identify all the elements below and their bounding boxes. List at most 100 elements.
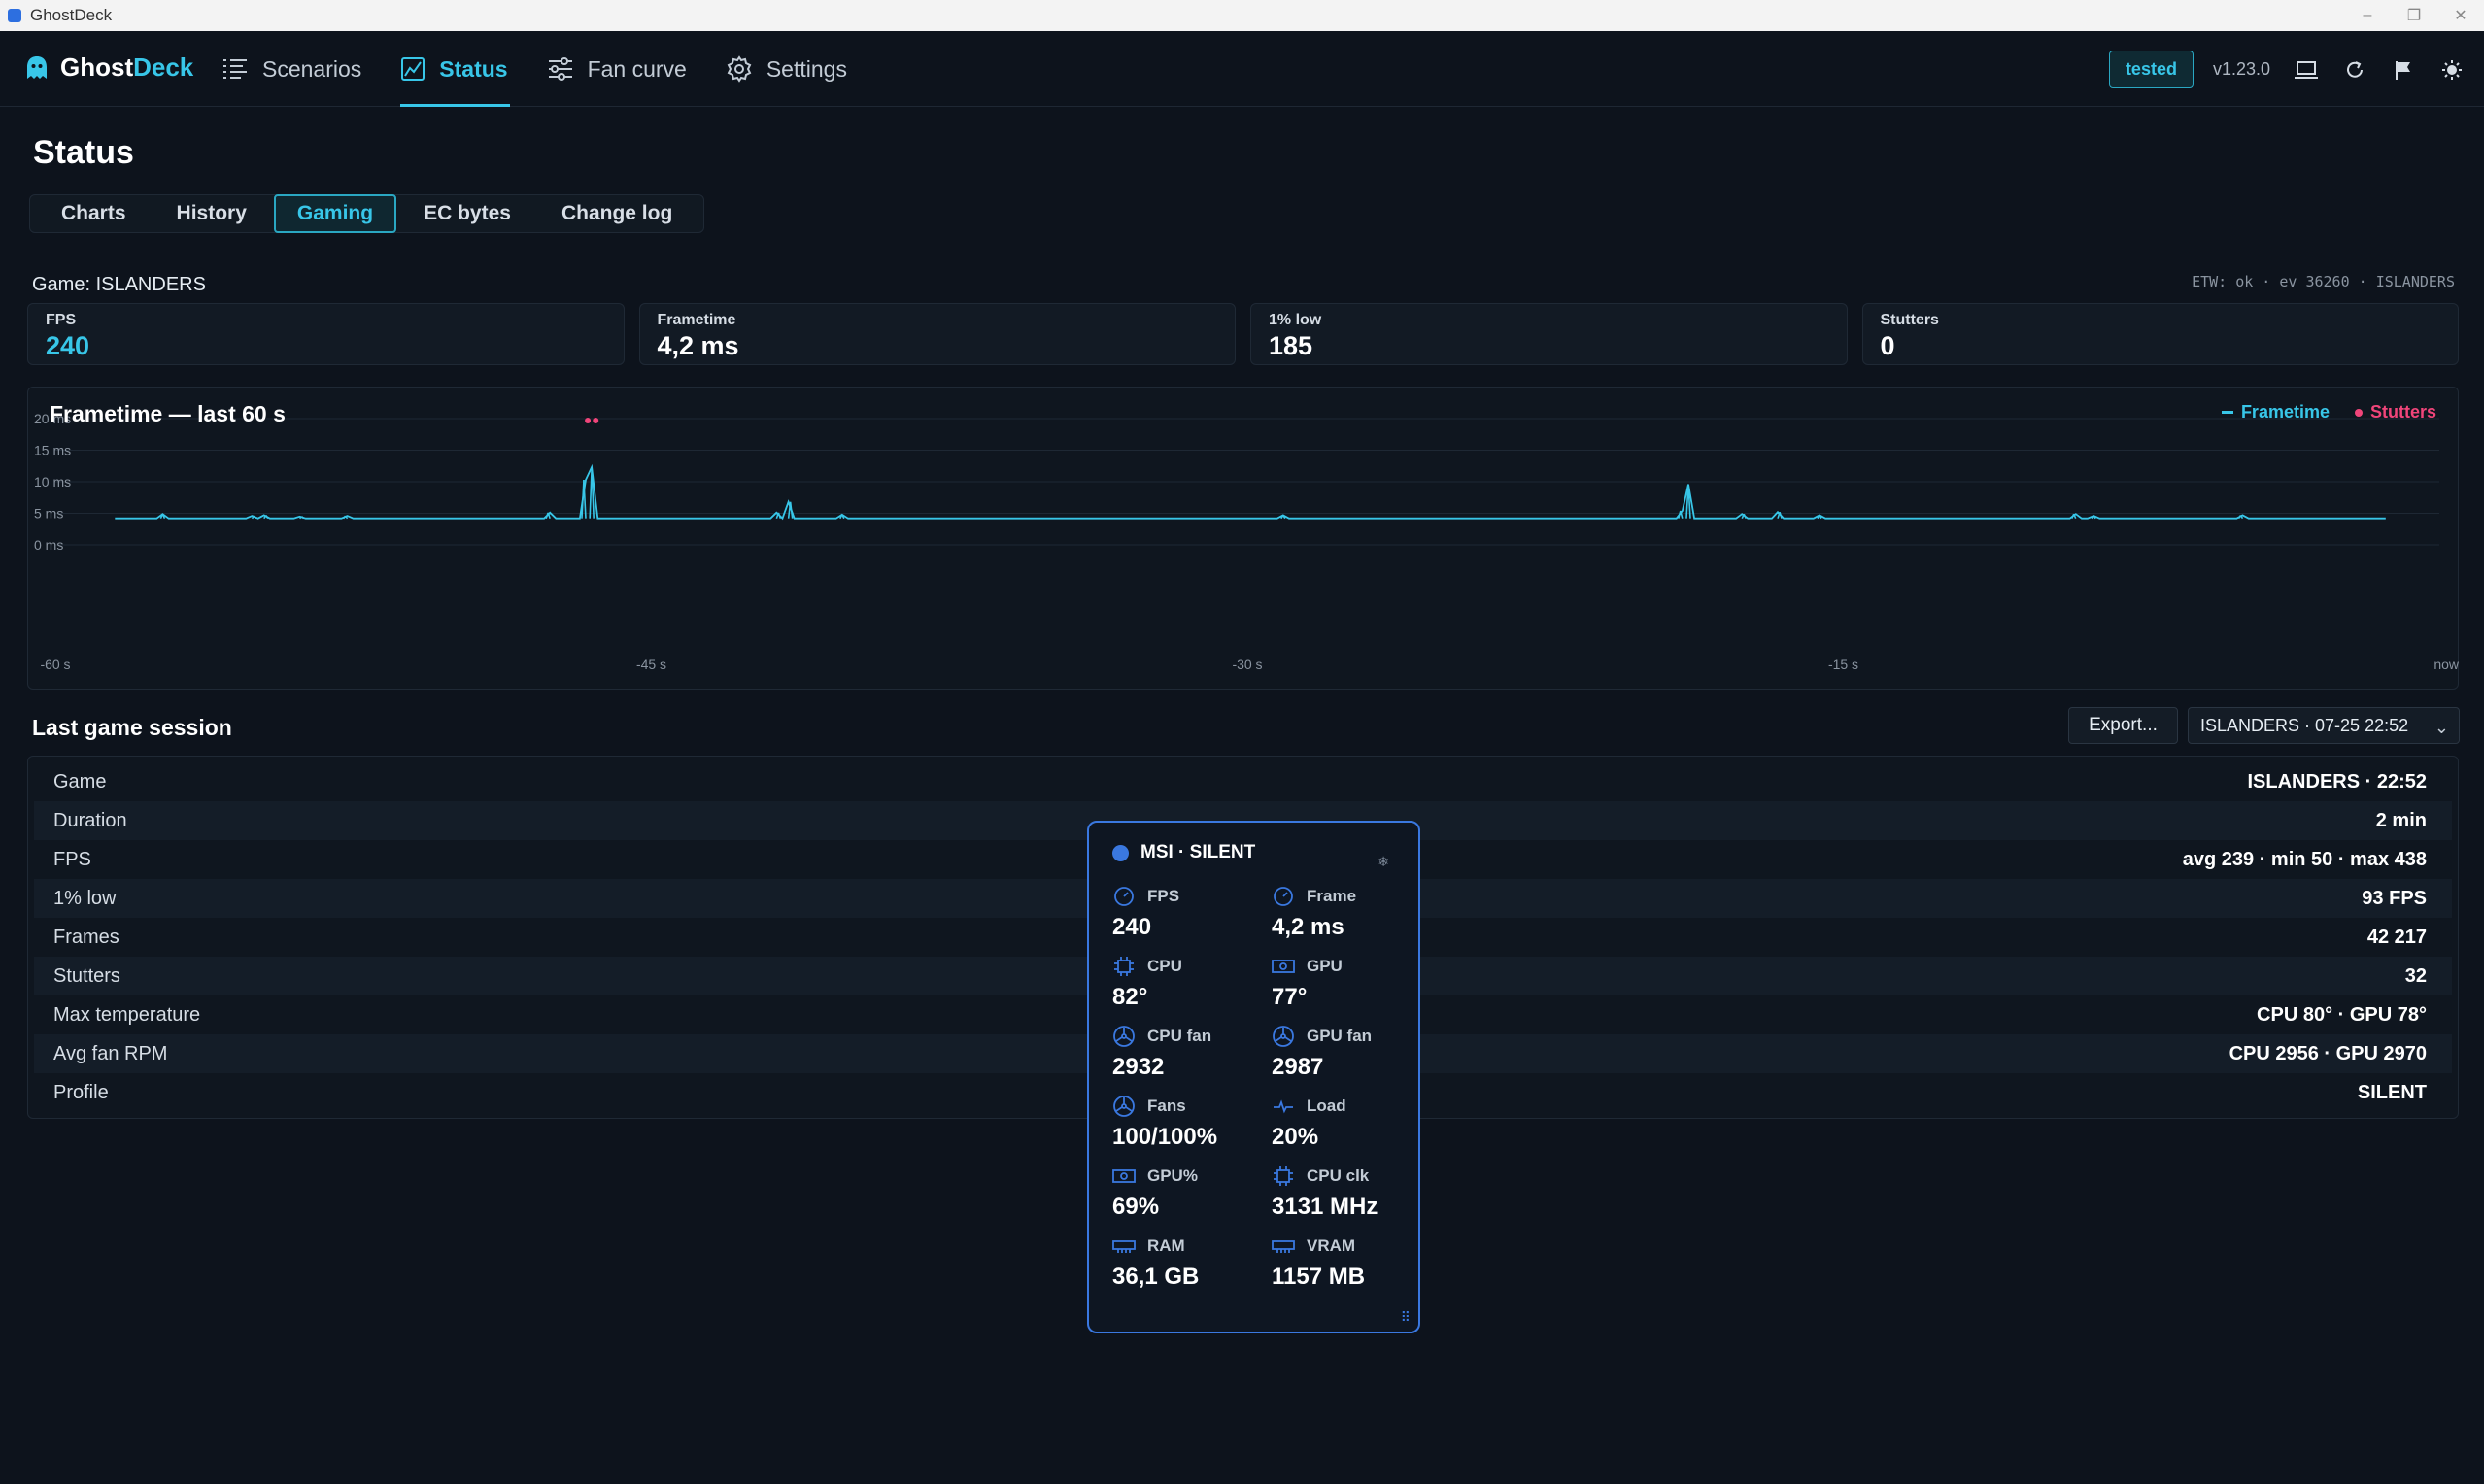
metric-cpu-fan: CPU fan 2932 (1112, 1025, 1272, 1081)
nav-fan-curve[interactable]: Fan curve (547, 31, 712, 107)
row-key: Avg fan RPM (53, 1042, 168, 1064)
maximize-icon[interactable]: ❐ (2391, 0, 2437, 31)
x-tick-label: now (2433, 657, 2460, 672)
stat-card-fps: FPS 240 (27, 303, 625, 365)
header-actions: tested v1.23.0 (2108, 51, 2470, 88)
gpu-icon (1272, 955, 1295, 978)
cpu-icon (1272, 1164, 1295, 1188)
frametime-spike (1743, 513, 1747, 520)
row-key: Stutters (53, 964, 120, 987)
x-tick-label: -15 s (1828, 657, 1858, 672)
frametime-chart-card: 0 ms 5 ms 10 ms 15 ms 20 ms -60 s -45 s -30 s -1… (27, 387, 2460, 690)
row-key: Duration (53, 809, 127, 831)
tab-gaming[interactable]: Gaming (273, 194, 397, 233)
metric-label-row: GPU fan (1272, 1025, 1431, 1048)
metric-label-row: Frame (1272, 885, 1431, 908)
row-key: Game (53, 770, 107, 793)
chart-title: Frametime — last 60 s (50, 401, 286, 426)
settings-icon[interactable]: ❄ (1378, 854, 1389, 870)
brand-name: GhostDeck (60, 52, 194, 82)
row-value: 42 217 (2366, 926, 2427, 948)
window-title: GhostDeck (30, 6, 113, 24)
stat-card-1pct-low: 1% low 185 (1250, 303, 1848, 365)
metric-label-row: FPS (1112, 885, 1272, 908)
fan-icon (1272, 1025, 1295, 1048)
frametime-chart: 0 ms5 ms10 ms15 ms20 ms-60 s -45 s -30 s -1… (34, 411, 2460, 672)
cpu-icon (1112, 955, 1136, 978)
stat-card-stutters: Stutters 0 (1861, 303, 2459, 365)
tab-ec-bytes[interactable]: EC bytes (400, 194, 534, 233)
brand: GhostDeck (25, 52, 193, 83)
y-tick-label: 0 ms (34, 537, 63, 553)
nav-settings[interactable]: Settings (726, 31, 872, 107)
legend-frametime[interactable]: Frametime (2221, 402, 2330, 422)
metric-label: RAM (1147, 1236, 1185, 1255)
nav-status[interactable]: Status (400, 31, 532, 107)
metric-value: 240 (1112, 914, 1152, 940)
metric-fps: FPS 240 (1112, 885, 1272, 941)
refresh-button[interactable] (2336, 51, 2373, 88)
metric-fans: Fans 100/100% (1112, 1095, 1272, 1151)
metric-value: 36,1 GB (1112, 1264, 1200, 1290)
pulse-icon (1272, 1095, 1295, 1118)
stat-cards: FPS 240 Frametime 4,2 ms 1% low 185 Stut… (27, 303, 2459, 365)
memory-icon (1272, 1234, 1295, 1258)
osd-overlay[interactable]: MSI · SILENT ❄ FPS 240 Frame 4,2 ms CPU 82° GP… (1087, 821, 1420, 1333)
row-key: 1% low (53, 887, 117, 909)
frametime-series-line (115, 463, 2386, 521)
metric-label-row: GPU% (1112, 1164, 1272, 1188)
stat-value: 185 (1269, 331, 1313, 360)
laptop-button[interactable] (2288, 51, 2325, 88)
metric-label: Load (1307, 1096, 1346, 1115)
row-value: 93 FPS (2362, 887, 2427, 909)
game-label: Game: ISLANDERS (32, 274, 206, 295)
metric-vram: VRAM 1157 MB (1272, 1234, 1431, 1291)
metric-value: 4,2 ms (1272, 914, 1344, 940)
row-value: SILENT (2357, 1081, 2427, 1103)
window-controls: – ❐ ✕ (2344, 0, 2484, 31)
version-label: v1.23.0 (2212, 59, 2270, 79)
resize-grip-icon[interactable]: ⠿ (1401, 1309, 1411, 1326)
metric-cpu-clk: CPU clk 3131 MHz (1272, 1164, 1431, 1221)
metric-gpu: GPU 77° (1272, 955, 1431, 1011)
nav-scenarios[interactable]: Scenarios (221, 31, 387, 107)
metric-label-row: VRAM (1272, 1234, 1431, 1258)
session-title: Last game session (32, 715, 232, 740)
table-row: Game ISLANDERS · 22:52 (34, 762, 2452, 801)
nav-scenarios-label: Scenarios (262, 55, 362, 82)
metric-label: Frame (1307, 887, 1357, 905)
metric-value: 2987 (1272, 1054, 1324, 1080)
tab-change-log[interactable]: Change log (538, 194, 696, 233)
stat-label: 1% low (1269, 312, 1322, 328)
metric-frame: Frame 4,2 ms (1272, 885, 1431, 941)
metric-label: FPS (1147, 887, 1180, 905)
session-select[interactable]: ISLANDERS · 07-25 22:52 ⌄ (2188, 707, 2460, 744)
metric-gpu-fan: GPU fan 2987 (1272, 1025, 1431, 1081)
x-tick-label: -30 s (1232, 657, 1262, 672)
close-icon[interactable]: ✕ (2437, 0, 2484, 31)
memory-icon (1112, 1234, 1136, 1258)
frametime-spike (265, 515, 269, 520)
minimize-icon[interactable]: – (2344, 0, 2391, 31)
flag-button[interactable] (2385, 51, 2422, 88)
theme-button[interactable] (2433, 51, 2470, 88)
chart-icon (401, 57, 425, 81)
export-button[interactable]: Export... (2068, 707, 2178, 744)
metric-value: 77° (1272, 984, 1308, 1010)
gear-icon (727, 55, 752, 83)
stat-value: 0 (1880, 331, 1895, 360)
row-value: 2 min (2375, 809, 2427, 831)
metric-label: GPU (1307, 957, 1343, 975)
page-title: Status (33, 134, 134, 171)
sun-icon (2442, 59, 2462, 80)
legend-stutters-label: Stutters (2369, 402, 2436, 422)
metric-label-row: CPU fan (1112, 1025, 1272, 1048)
metric-label: GPU fan (1307, 1027, 1373, 1045)
metric-value: 69% (1112, 1194, 1160, 1220)
tab-charts[interactable]: Charts (38, 194, 150, 233)
metric-label-row: Load (1272, 1095, 1431, 1118)
tab-history[interactable]: History (153, 194, 270, 233)
metric-label: Fans (1147, 1096, 1186, 1115)
legend-stutters[interactable]: Stutters (2354, 402, 2436, 422)
stutter-marker (585, 418, 592, 423)
